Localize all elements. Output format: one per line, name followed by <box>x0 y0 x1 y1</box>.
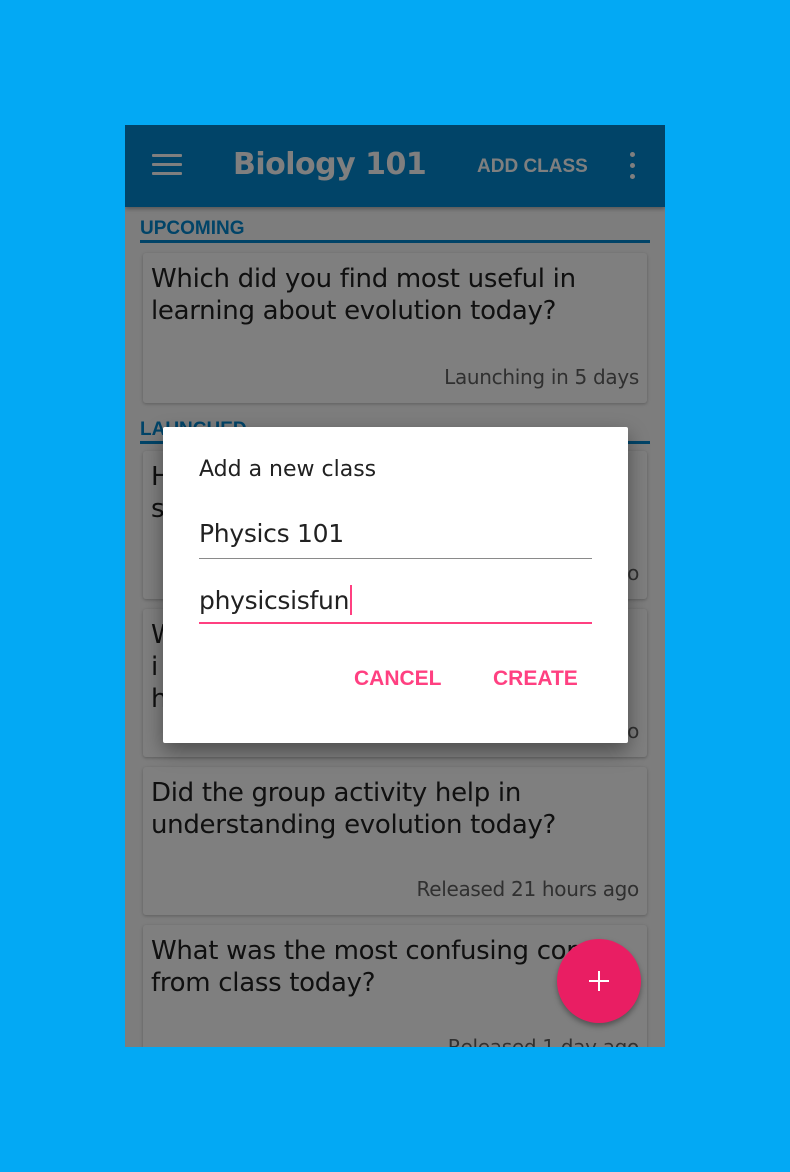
class-code-underline <box>199 622 592 624</box>
cancel-button[interactable]: CANCEL <box>354 667 442 691</box>
class-name-field[interactable]: Physics 101 <box>199 517 592 559</box>
class-name-value: Physics 101 <box>199 519 344 548</box>
class-code-text-wrap: physicsisfun <box>199 584 353 618</box>
add-class-dialog: Add a new class Physics 101 physicsisfun… <box>163 427 628 743</box>
class-name-underline <box>199 558 592 559</box>
add-question-fab[interactable] <box>557 939 641 1023</box>
create-button[interactable]: CREATE <box>493 667 578 691</box>
class-code-field[interactable]: physicsisfun <box>199 584 592 624</box>
text-cursor <box>350 585 353 615</box>
dialog-title: Add a new class <box>199 457 377 482</box>
plus-icon-stroke <box>598 971 600 991</box>
class-code-value: physicsisfun <box>199 586 350 615</box>
